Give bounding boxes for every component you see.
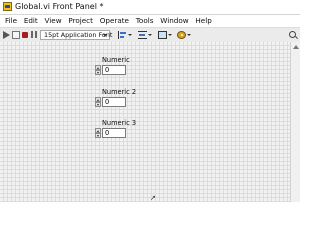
align-objects-button[interactable] bbox=[117, 30, 133, 40]
reorder-icon bbox=[177, 31, 186, 39]
resize-objects-icon bbox=[158, 31, 167, 39]
toolbar: 15pt Application Font bbox=[0, 27, 300, 43]
numeric-2-value-field[interactable]: 0 bbox=[102, 97, 126, 107]
chevron-down-icon bbox=[103, 34, 107, 37]
numeric-3-value-field[interactable]: 0 bbox=[102, 128, 126, 138]
chevron-down-icon bbox=[168, 34, 172, 36]
distribute-objects-icon bbox=[138, 31, 147, 39]
font-selector[interactable]: 15pt Application Font bbox=[40, 30, 112, 40]
run-arrow-icon[interactable] bbox=[3, 31, 10, 39]
numeric-value-field[interactable]: 0 bbox=[102, 65, 126, 75]
front-panel-canvas[interactable]: Numeric 0 Numeric 2 0 Numeric 3 0 bbox=[0, 42, 290, 202]
scroll-up-icon[interactable] bbox=[293, 45, 299, 49]
numeric-label: Numeric bbox=[102, 56, 130, 64]
decrement-icon[interactable] bbox=[95, 133, 101, 138]
menu-file[interactable]: File bbox=[0, 15, 20, 26]
menu-window[interactable]: Window bbox=[157, 15, 192, 26]
menu-view[interactable]: View bbox=[41, 15, 65, 26]
distribute-objects-button[interactable] bbox=[137, 30, 153, 40]
title-bar: Global.vi Front Panel * bbox=[0, 0, 300, 15]
mouse-cursor-icon: ↗ bbox=[150, 194, 156, 202]
increment-decrement-buttons[interactable] bbox=[95, 97, 101, 107]
abort-icon[interactable] bbox=[22, 32, 28, 38]
menu-bar: File Edit View Project Operate Tools Win… bbox=[0, 15, 300, 26]
decrement-icon[interactable] bbox=[95, 70, 101, 75]
reorder-button[interactable] bbox=[176, 30, 192, 40]
align-objects-icon bbox=[118, 31, 128, 39]
search-icon[interactable] bbox=[289, 31, 296, 38]
menu-help[interactable]: Help bbox=[192, 15, 215, 26]
chevron-down-icon bbox=[128, 34, 132, 36]
run-continuously-icon[interactable] bbox=[12, 31, 20, 39]
vertical-scrollbar[interactable] bbox=[290, 42, 300, 202]
decrement-icon[interactable] bbox=[95, 102, 101, 107]
menu-project[interactable]: Project bbox=[65, 15, 96, 26]
chevron-down-icon bbox=[187, 34, 191, 36]
numeric-3-label: Numeric 3 bbox=[102, 119, 137, 127]
increment-decrement-buttons[interactable] bbox=[95, 65, 101, 75]
menu-tools[interactable]: Tools bbox=[132, 15, 157, 26]
labview-vi-icon bbox=[3, 2, 12, 11]
numeric-2-label: Numeric 2 bbox=[102, 88, 137, 96]
increment-decrement-buttons[interactable] bbox=[95, 128, 101, 138]
window-title: Global.vi Front Panel * bbox=[15, 2, 104, 11]
menu-edit[interactable]: Edit bbox=[20, 15, 41, 26]
resize-objects-button[interactable] bbox=[157, 30, 173, 40]
chevron-down-icon bbox=[148, 34, 152, 36]
menu-operate[interactable]: Operate bbox=[96, 15, 132, 26]
pause-icon[interactable] bbox=[31, 31, 37, 39]
